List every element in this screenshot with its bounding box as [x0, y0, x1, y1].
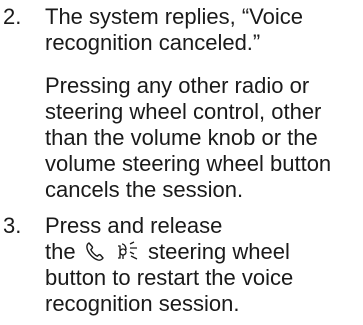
manual-page: 2. The system replies, “Voice recognitio… [0, 0, 363, 325]
step-text-line-with-icons: the steering wheel [45, 239, 363, 265]
step-text-line: recognition session. [45, 291, 240, 316]
step-text: Press and release the steering wheel but… [45, 213, 363, 317]
step-body: The system replies, “Voice recognition c… [45, 4, 363, 203]
step-body: Press and release the steering wheel but… [45, 213, 363, 317]
step-text-line: The system replies, “Voice [45, 4, 303, 29]
step-text-line: recognition canceled.” [45, 30, 261, 55]
voice-recognition-icon [116, 240, 140, 262]
step-number: 2. [3, 4, 22, 29]
step-text-line: Press and release [45, 213, 223, 238]
icon-line-suffix: steering wheel [147, 239, 290, 264]
step-note: Pressing any other radio or steering whe… [45, 73, 363, 203]
note-line: steering wheel control, other [45, 99, 322, 124]
step-text-line: button to restart the voice [45, 265, 294, 290]
note-line: cancels the session. [45, 177, 244, 202]
step-number: 3. [3, 213, 22, 238]
note-line: Pressing any other radio or [45, 73, 310, 98]
step-text: The system replies, “Voice recognition c… [45, 4, 363, 56]
phone-icon [84, 240, 106, 262]
icon-line-prefix: the [45, 239, 76, 264]
note-line: than the volume knob or the [45, 125, 318, 150]
note-line: volume steering wheel button [45, 151, 332, 176]
